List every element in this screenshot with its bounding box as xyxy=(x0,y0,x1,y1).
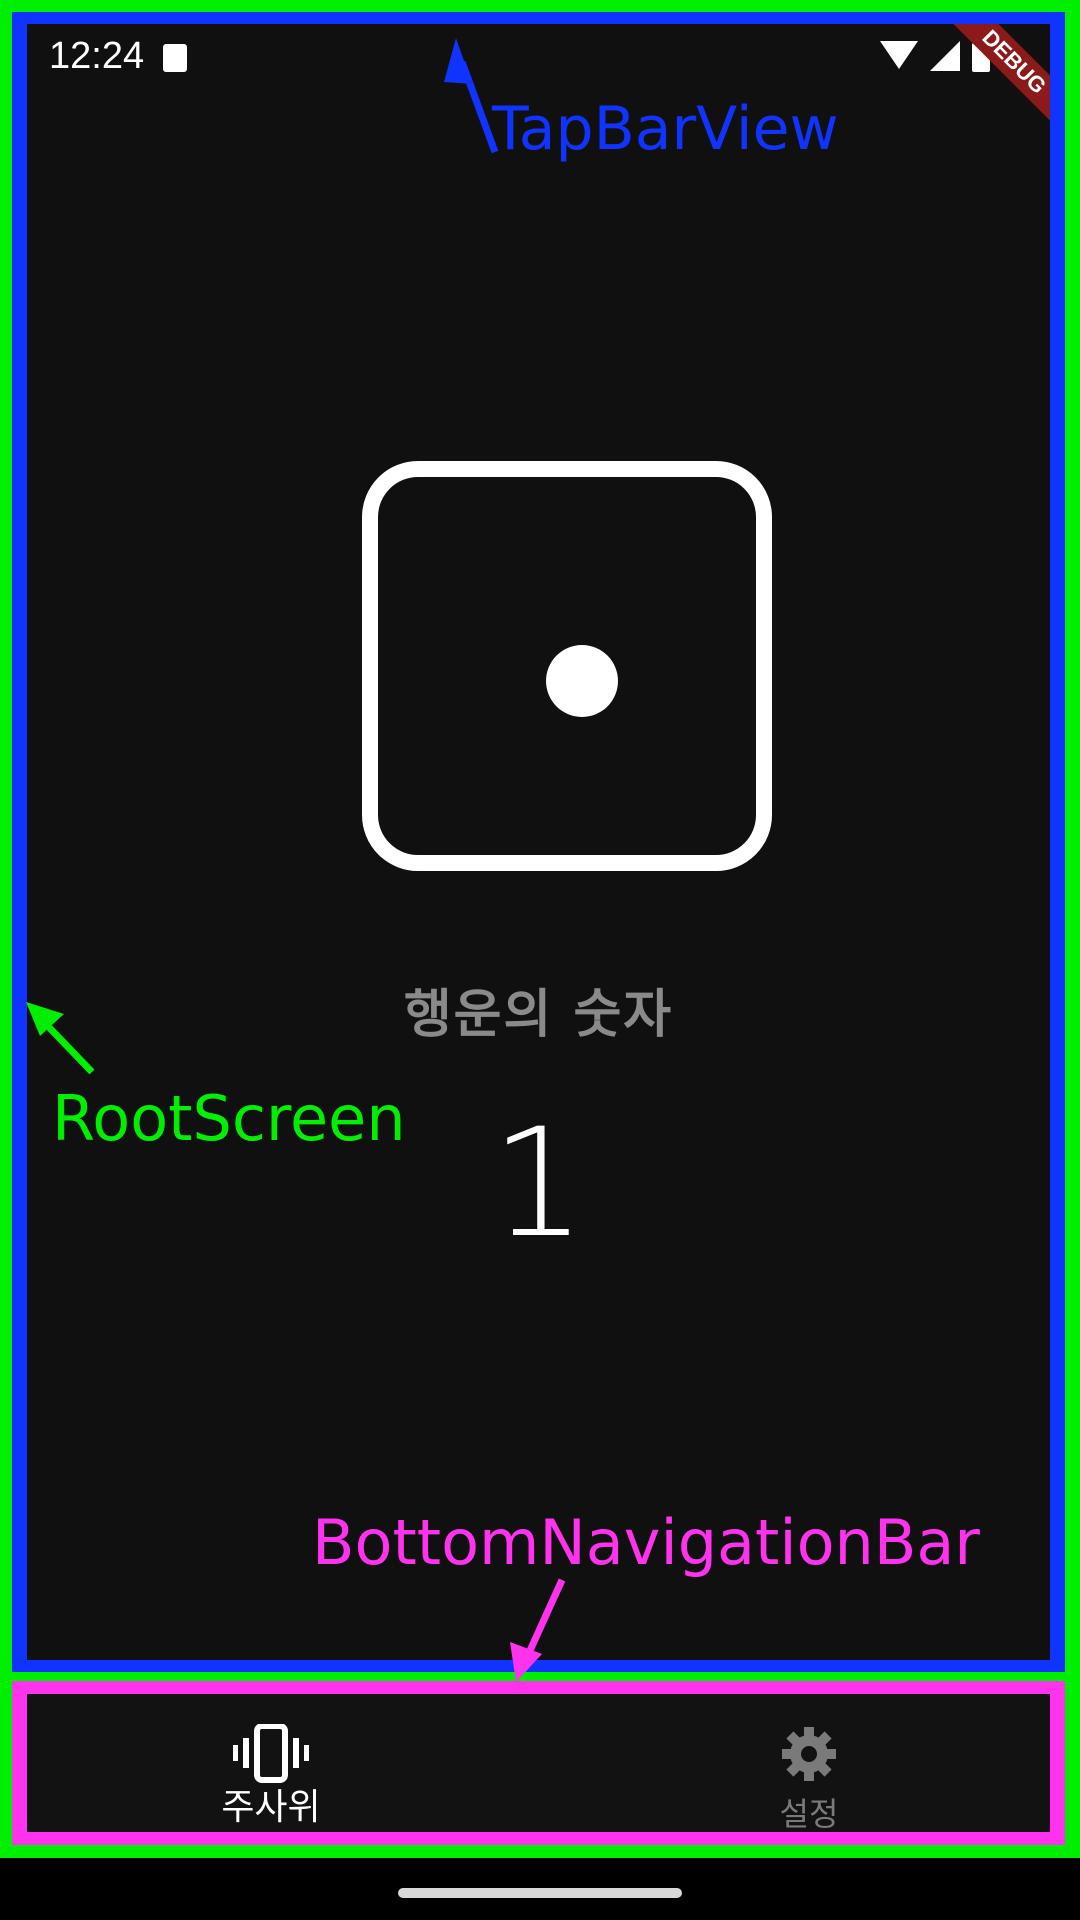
sim-card-icon xyxy=(163,44,187,72)
gear-icon xyxy=(782,1727,836,1781)
vibrating-phone-icon xyxy=(233,1724,309,1783)
signal-icon xyxy=(930,41,960,71)
dice-icon[interactable] xyxy=(362,461,772,871)
bottom-navigation-bar: 주사위 설정 xyxy=(27,1694,1050,1833)
annotation-bottom-navigation-bar: BottomNavigationBar xyxy=(312,1506,980,1579)
home-indicator[interactable] xyxy=(398,1888,682,1898)
debug-banner: DEBUG xyxy=(953,24,1050,123)
lucky-number-label: 행운의 숫자 xyxy=(403,985,674,1045)
nav-item-settings[interactable]: 설정 xyxy=(659,1694,959,1833)
wifi-icon xyxy=(880,41,918,69)
status-time: 12:24 xyxy=(49,35,145,77)
nav-item-dice-label: 주사위 xyxy=(221,1787,321,1828)
dice-pip xyxy=(546,645,618,717)
annotation-root-screen: RootScreen xyxy=(52,1082,406,1155)
nav-item-settings-label: 설정 xyxy=(779,1795,839,1833)
annotation-tab-bar-view: TapBarView xyxy=(492,94,839,164)
nav-item-dice[interactable]: 주사위 xyxy=(121,1694,421,1832)
tab-bar-view: 12:24 DEBUG 행운의 숫자 1 xyxy=(27,24,1050,1660)
